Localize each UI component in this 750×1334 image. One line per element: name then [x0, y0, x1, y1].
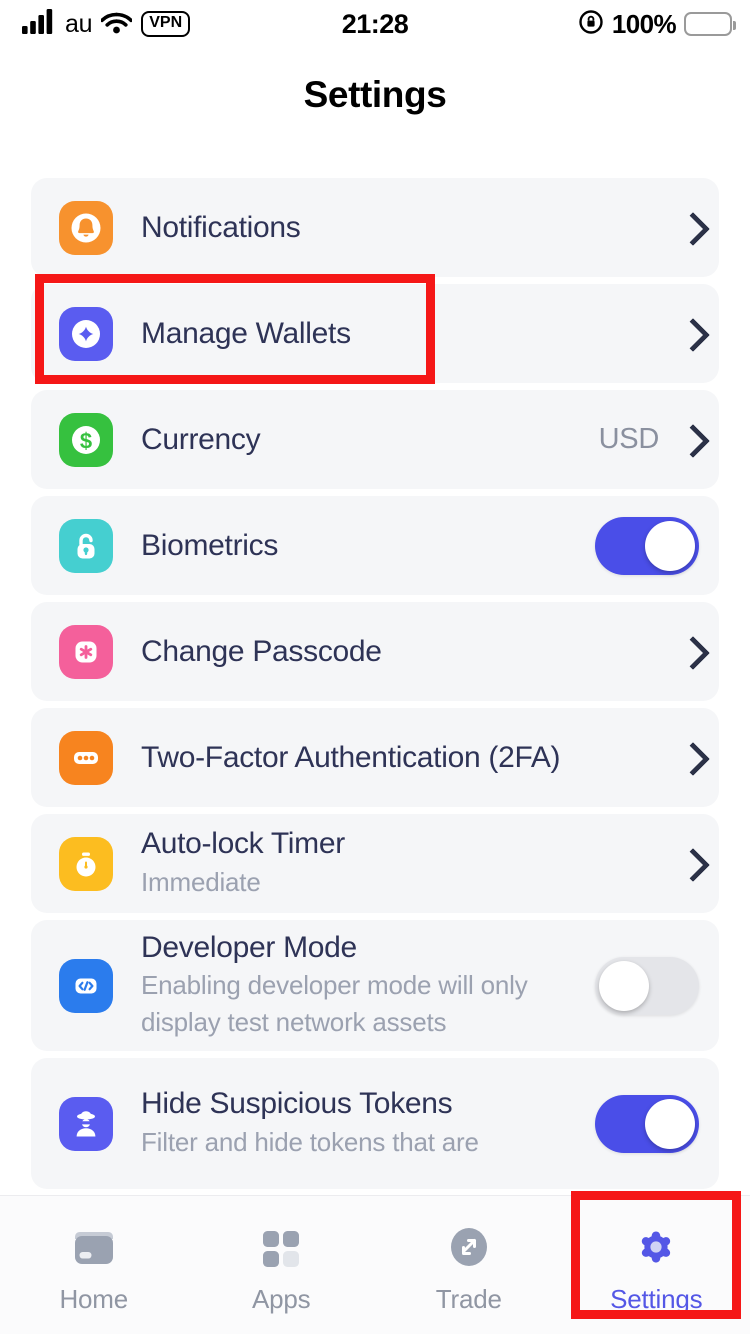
- settings-row-title: Notifications: [141, 210, 301, 244]
- settings-row-subtitle: Filter and hide tokens that are: [141, 1126, 479, 1157]
- stopwatch-icon: [59, 836, 113, 891]
- chevron-right-icon[interactable]: [681, 318, 699, 350]
- settings-row-title: Biometrics: [141, 528, 279, 562]
- bell-icon: [59, 200, 113, 255]
- settings-row-title: Manage Wallets: [141, 316, 351, 350]
- tab-label: Trade: [435, 1284, 502, 1314]
- settings-row-change-passcode[interactable]: Change Passcode: [31, 602, 719, 701]
- spy-icon: [59, 1096, 113, 1151]
- settings-row-title: Two-Factor Authentication (2FA): [141, 740, 561, 774]
- developer-mode-toggle[interactable]: [595, 956, 699, 1015]
- dollar-icon: $: [59, 412, 113, 467]
- settings-row-title: Auto-lock Timer: [141, 827, 345, 861]
- expand-arrows-icon: [443, 1220, 495, 1274]
- status-bar-right: 100%: [578, 0, 736, 48]
- chevron-right-icon[interactable]: [681, 424, 699, 456]
- page-title: Settings: [303, 74, 447, 115]
- biometrics-toggle[interactable]: [595, 516, 699, 575]
- clock-label: 21:28: [341, 8, 409, 39]
- row-texts: Biometrics: [141, 528, 595, 563]
- row-texts: Change Passcode: [141, 634, 681, 669]
- settings-row-manage-wallets[interactable]: Manage Wallets: [31, 284, 719, 383]
- chevron-right-icon[interactable]: [681, 636, 699, 668]
- tab-label: Apps: [252, 1284, 311, 1314]
- settings-row-title: Change Passcode: [141, 634, 382, 668]
- asterisk-icon: [59, 624, 113, 679]
- settings-row-notifications[interactable]: Notifications: [31, 178, 719, 277]
- settings-row-subtitle: Immediate: [141, 866, 261, 897]
- settings-row-title: Hide Suspicious Tokens: [141, 1087, 453, 1121]
- settings-list: Notifications Manage Wallets $ Currency …: [0, 178, 750, 1196]
- battery-percent-label: 100%: [611, 8, 677, 39]
- code-brackets-icon: [59, 958, 113, 1013]
- grid-icon: [255, 1220, 307, 1274]
- settings-row-auto-lock-timer[interactable]: Auto-lock Timer Immediate: [31, 814, 719, 913]
- settings-row-title: Currency: [141, 422, 261, 456]
- settings-row-currency[interactable]: $ Currency USD: [31, 390, 719, 489]
- settings-row-title: Developer Mode: [141, 930, 357, 964]
- battery-full-icon: [684, 12, 736, 36]
- tab-home[interactable]: Home: [0, 1220, 188, 1315]
- tab-label: Home: [59, 1284, 129, 1314]
- chevron-right-icon[interactable]: [681, 848, 699, 880]
- row-texts: Manage Wallets: [141, 316, 681, 351]
- chevron-right-icon[interactable]: [681, 742, 699, 774]
- settings-row-developer-mode[interactable]: Developer Mode Enabling developer mode w…: [31, 920, 719, 1051]
- settings-row-hide-suspicious-tokens[interactable]: Hide Suspicious Tokens Filter and hide t…: [31, 1058, 719, 1189]
- svg-text:$: $: [80, 428, 92, 453]
- hide-suspicious-tokens-toggle[interactable]: [595, 1094, 699, 1153]
- toggle-knob: [599, 960, 649, 1011]
- dots-icon: [59, 730, 113, 785]
- settings-row-two-factor-authentication[interactable]: Two-Factor Authentication (2FA): [31, 708, 719, 807]
- toggle-knob: [645, 1098, 695, 1149]
- tab-label: Settings: [610, 1284, 703, 1314]
- row-texts: Two-Factor Authentication (2FA): [141, 740, 681, 775]
- gear-icon: [630, 1220, 682, 1274]
- bottom-tab-bar: Home Apps Trade Settings: [0, 1195, 750, 1334]
- tab-trade[interactable]: Trade: [375, 1220, 563, 1315]
- row-texts: Notifications: [141, 210, 681, 245]
- currency-value: USD: [598, 423, 660, 455]
- tab-apps[interactable]: Apps: [188, 1220, 376, 1315]
- toggle-knob: [645, 520, 695, 571]
- chevron-right-icon[interactable]: [681, 212, 699, 244]
- row-texts: Developer Mode Enabling developer mode w…: [141, 930, 595, 1041]
- wallet-icon: [67, 1220, 121, 1274]
- row-texts: Currency: [141, 422, 599, 457]
- rotation-lock-icon: [578, 9, 604, 40]
- wallet-diamond-icon: [59, 306, 113, 361]
- settings-row-biometrics[interactable]: Biometrics: [31, 496, 719, 595]
- status-bar: au VPN 21:28 100%: [0, 0, 750, 48]
- settings-row-subtitle: Enabling developer mode will only displa…: [141, 970, 528, 1038]
- lock-icon: [59, 518, 113, 573]
- row-texts: Hide Suspicious Tokens Filter and hide t…: [141, 1086, 595, 1160]
- row-texts: Auto-lock Timer Immediate: [141, 826, 681, 900]
- tab-settings[interactable]: Settings: [563, 1220, 750, 1315]
